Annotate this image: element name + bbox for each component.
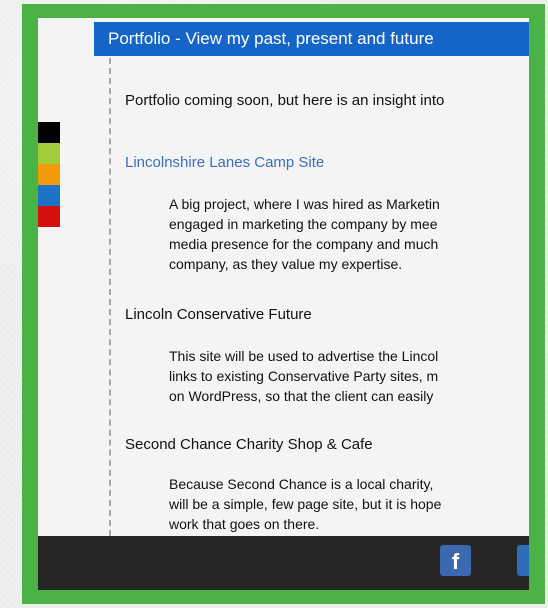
- page-panel: Portfolio - View my past, present and fu…: [38, 18, 529, 590]
- content-area: Portfolio coming soon, but here is an in…: [109, 58, 529, 536]
- color-swatch-lime: [38, 143, 60, 164]
- project-title-link[interactable]: Lincolnshire Lanes Camp Site: [125, 154, 324, 171]
- description-line: media presence for the company and much: [169, 236, 439, 252]
- description-line: This site will be used to advertise the …: [169, 348, 439, 364]
- description-line: links to existing Conservative Party sit…: [169, 368, 439, 384]
- twitter-icon[interactable]: [517, 545, 529, 576]
- color-swatch-blue: [38, 185, 60, 206]
- project-title: Second Chance Charity Shop & Cafe: [125, 436, 373, 453]
- facebook-icon[interactable]: f: [440, 545, 471, 576]
- color-swatch-red: [38, 206, 60, 227]
- description-line: Because Second Chance is a local charity…: [169, 476, 434, 492]
- footer-bar: f: [38, 536, 529, 590]
- color-swatch-orange: [38, 164, 60, 185]
- description-line: work that goes on there.: [169, 516, 320, 532]
- project-description: A big project, where I was hired as Mark…: [169, 194, 440, 274]
- project-title: Lincoln Conservative Future: [125, 306, 312, 323]
- description-line: A big project, where I was hired as Mark…: [169, 196, 440, 212]
- description-line: engaged in marketing the company by mee: [169, 216, 438, 232]
- description-line: will be a simple, few page site, but it …: [169, 496, 442, 512]
- intro-text: Portfolio coming soon, but here is an in…: [125, 92, 445, 109]
- page-title: Portfolio - View my past, present and fu…: [94, 22, 529, 56]
- project-description: Because Second Chance is a local charity…: [169, 474, 441, 534]
- color-swatch-black: [38, 122, 60, 143]
- green-frame: Portfolio - View my past, present and fu…: [22, 4, 545, 604]
- project-description: This site will be used to advertise the …: [169, 346, 438, 406]
- description-line: on WordPress, so that the client can eas…: [169, 388, 434, 404]
- description-line: company, as they value my expertise.: [169, 256, 403, 272]
